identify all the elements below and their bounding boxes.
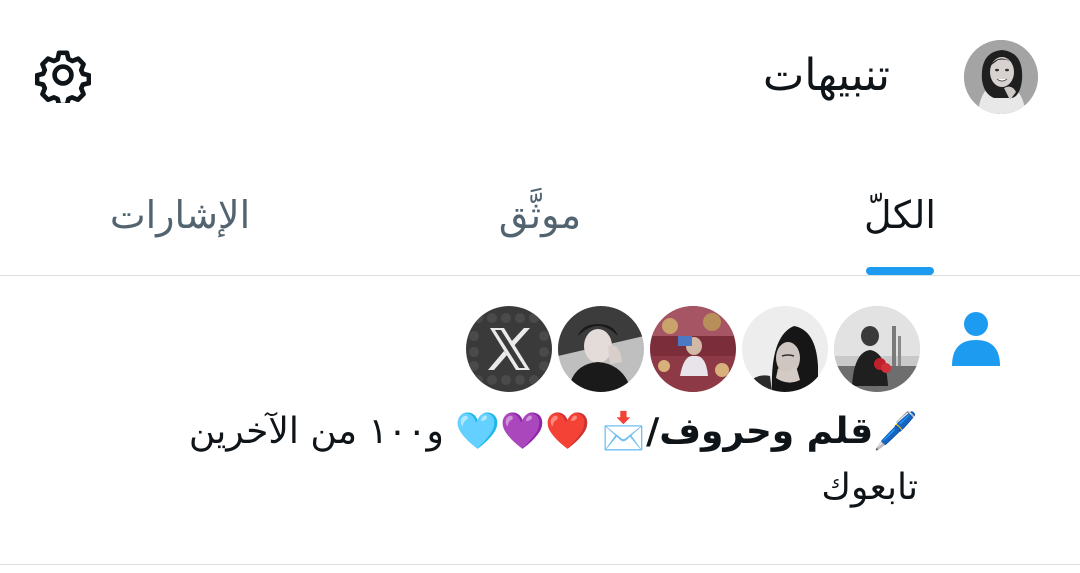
tab-verified[interactable]: موثَّق — [360, 160, 720, 275]
user-avatar-1[interactable] — [834, 306, 920, 392]
active-tab-indicator — [866, 267, 934, 275]
tab-label: الإشارات — [109, 193, 251, 237]
x-logo-avatar[interactable] — [466, 306, 552, 392]
page-title: تنبيهات — [762, 50, 890, 101]
follower-name[interactable]: 🖊️قلم وحروف/📩 — [601, 411, 918, 452]
profile-avatar[interactable] — [964, 40, 1038, 114]
tab-mentions[interactable]: الإشارات — [0, 160, 360, 275]
user-avatar-3[interactable] — [650, 306, 736, 392]
person-follow-icon — [952, 312, 1000, 366]
follow-notification[interactable]: 🖊️قلم وحروف/📩 ❤️💜🩵 و١٠٠ من الآخرين تابعو… — [0, 276, 1080, 566]
user-avatar-2[interactable] — [742, 306, 828, 392]
notification-text: 🖊️قلم وحروف/📩 ❤️💜🩵 و١٠٠ من الآخرين تابعو… — [118, 404, 918, 516]
tab-label: موثَّق — [498, 193, 582, 237]
gear-icon — [35, 50, 91, 103]
hearts-emoji: ❤️💜🩵 — [455, 411, 590, 452]
tab-label: الكلّ — [864, 193, 936, 237]
others-count: و١٠٠ من الآخرين — [188, 411, 456, 452]
top-header: تنبيهات — [0, 0, 1080, 150]
tab-all[interactable]: الكلّ — [720, 160, 1080, 275]
notification-tabs: الكلّ موثَّق الإشارات — [0, 160, 1080, 275]
profile-photo — [964, 40, 1038, 114]
settings-button[interactable] — [34, 46, 92, 104]
follow-action-text: تابعوك — [821, 467, 918, 508]
notification-divider — [0, 564, 1080, 565]
user-avatar-4[interactable] — [558, 306, 644, 392]
follower-avatars — [464, 306, 920, 394]
